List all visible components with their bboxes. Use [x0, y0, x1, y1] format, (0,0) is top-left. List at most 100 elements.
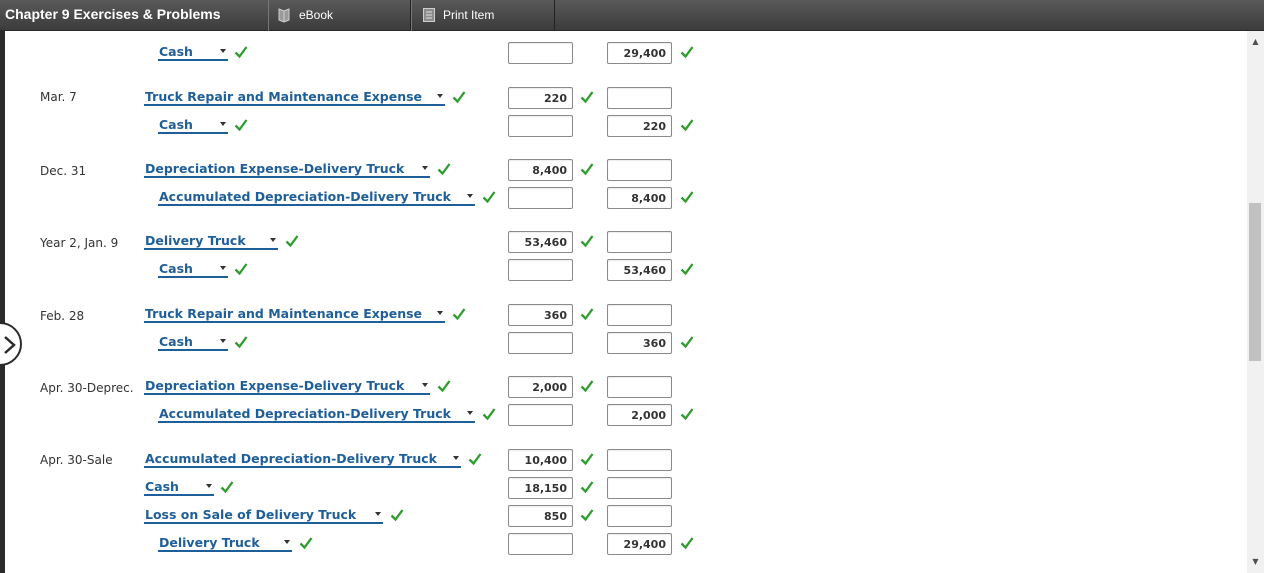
credit-input[interactable]: 2,000 [607, 404, 672, 426]
chevron-down-icon [437, 94, 443, 98]
account-select-value: Depreciation Expense-Delivery Truck [145, 161, 405, 176]
checkmark-icon [234, 335, 248, 349]
debit-input[interactable]: 53,460 [508, 231, 573, 253]
credit-input[interactable]: 29,400 [607, 42, 672, 64]
checkmark-icon [680, 262, 694, 276]
vertical-scrollbar[interactable]: ▲ ▼ [1247, 31, 1264, 573]
debit-input[interactable]: 18,150 [508, 477, 573, 499]
scroll-up-arrow-icon[interactable]: ▲ [1247, 37, 1264, 49]
account-select-value: Cash [159, 44, 193, 59]
credit-input[interactable] [607, 477, 672, 499]
chevron-right-icon [2, 335, 18, 355]
account-select-value: Delivery Truck [159, 535, 260, 550]
account-select[interactable]: Cash [144, 479, 214, 496]
account-select[interactable]: Delivery Truck [158, 535, 292, 552]
credit-input[interactable]: 8,400 [607, 187, 672, 209]
debit-input[interactable] [508, 404, 573, 426]
debit-input[interactable] [508, 533, 573, 555]
chevron-down-icon [437, 311, 443, 315]
account-select-value: Accumulated Depreciation-Delivery Truck [159, 406, 451, 421]
account-select[interactable]: Accumulated Depreciation-Delivery Truck [158, 406, 475, 423]
debit-input[interactable] [508, 259, 573, 281]
account-select[interactable]: Truck Repair and Maintenance Expense [144, 89, 445, 106]
checkmark-icon [234, 118, 248, 132]
debit-input[interactable]: 8,400 [508, 159, 573, 181]
top-toolbar: Chapter 9 Exercises & Problems eBook Pri… [0, 0, 1264, 31]
checkmark-icon [452, 90, 466, 104]
debit-input[interactable] [508, 187, 573, 209]
checkmark-icon [680, 335, 694, 349]
debit-input[interactable] [508, 42, 573, 64]
checkmark-icon [680, 536, 694, 550]
credit-input[interactable] [607, 449, 672, 471]
entry-date: Dec. 31 [40, 164, 87, 178]
account-select[interactable]: Loss on Sale of Delivery Truck [144, 507, 383, 524]
checkmark-icon [680, 190, 694, 204]
left-frame-edge [0, 31, 5, 573]
account-select-value: Accumulated Depreciation-Delivery Truck [159, 189, 451, 204]
credit-input[interactable] [607, 87, 672, 109]
chevron-down-icon [206, 484, 212, 488]
expand-panel-button[interactable] [0, 322, 22, 366]
chevron-down-icon [220, 266, 226, 270]
debit-input[interactable]: 10,400 [508, 449, 573, 471]
account-select[interactable]: Depreciation Expense-Delivery Truck [144, 161, 430, 178]
account-select-value: Cash [145, 479, 179, 494]
account-select-value: Accumulated Depreciation-Delivery Truck [145, 451, 437, 466]
account-select[interactable]: Accumulated Depreciation-Delivery Truck [144, 451, 461, 468]
entry-date: Apr. 30-Sale [40, 453, 113, 467]
credit-input[interactable]: 220 [607, 115, 672, 137]
chevron-down-icon [270, 238, 276, 242]
tab-ebook[interactable]: eBook [268, 0, 411, 31]
account-select-value: Delivery Truck [145, 233, 246, 248]
checkmark-icon [234, 262, 248, 276]
entry-date: Feb. 28 [40, 309, 85, 323]
credit-input[interactable] [607, 231, 672, 253]
credit-input[interactable]: 360 [607, 332, 672, 354]
account-select[interactable]: Delivery Truck [144, 233, 278, 250]
account-select[interactable]: Truck Repair and Maintenance Expense [144, 306, 445, 323]
credit-input[interactable] [607, 159, 672, 181]
chevron-down-icon [284, 540, 290, 544]
account-select[interactable]: Cash [158, 117, 228, 134]
checkmark-icon [234, 45, 248, 59]
checkmark-icon [580, 480, 594, 494]
account-select-value: Loss on Sale of Delivery Truck [145, 507, 357, 522]
scrollbar-thumb[interactable] [1249, 203, 1261, 361]
scroll-down-arrow-icon[interactable]: ▼ [1247, 557, 1264, 569]
account-select-value: Truck Repair and Maintenance Expense [145, 89, 423, 104]
account-select[interactable]: Cash [158, 44, 228, 61]
debit-input[interactable]: 360 [508, 304, 573, 326]
account-select[interactable]: Depreciation Expense-Delivery Truck [144, 378, 430, 395]
tab-print-item-label: Print Item [443, 8, 495, 22]
account-select[interactable]: Cash [158, 261, 228, 278]
checkmark-icon [580, 307, 594, 321]
account-select-value: Truck Repair and Maintenance Expense [145, 306, 423, 321]
checkmark-icon [437, 379, 451, 393]
credit-input[interactable] [607, 376, 672, 398]
debit-input[interactable] [508, 332, 573, 354]
account-select[interactable]: Accumulated Depreciation-Delivery Truck [158, 189, 475, 206]
account-select[interactable]: Cash [158, 334, 228, 351]
chevron-down-icon [220, 339, 226, 343]
debit-input[interactable]: 220 [508, 87, 573, 109]
chevron-down-icon [422, 383, 428, 387]
chevron-down-icon [422, 166, 428, 170]
chevron-down-icon [467, 411, 473, 415]
credit-input[interactable]: 29,400 [607, 533, 672, 555]
credit-input[interactable]: 53,460 [607, 259, 672, 281]
checkmark-icon [482, 407, 496, 421]
debit-input[interactable]: 850 [508, 505, 573, 527]
chevron-down-icon [220, 122, 226, 126]
checkmark-icon [580, 452, 594, 466]
credit-input[interactable] [607, 304, 672, 326]
debit-input[interactable]: 2,000 [508, 376, 573, 398]
tab-ebook-label: eBook [299, 8, 334, 22]
account-select-value: Depreciation Expense-Delivery Truck [145, 378, 405, 393]
debit-input[interactable] [508, 115, 573, 137]
checkmark-icon [468, 452, 482, 466]
assignment-title: Chapter 9 Exercises & Problems [5, 6, 221, 22]
tab-print-item[interactable]: Print Item [411, 0, 555, 31]
checkmark-icon [580, 508, 594, 522]
credit-input[interactable] [607, 505, 672, 527]
